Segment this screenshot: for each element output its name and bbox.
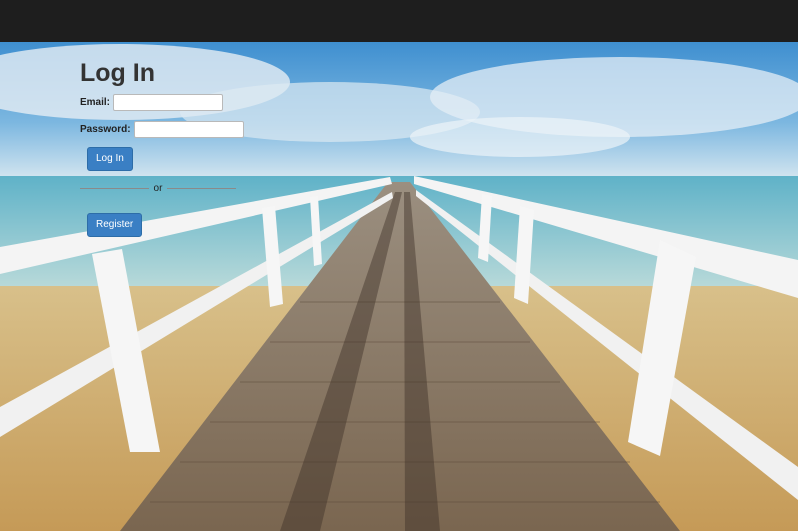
email-input[interactable] (113, 94, 224, 111)
email-label: Email: (80, 97, 111, 108)
page-title: Log In (80, 59, 155, 87)
divider-text: or (153, 183, 163, 194)
divider-line-right (167, 188, 236, 189)
email-row: Email: (80, 93, 320, 112)
login-form: Log In Email: Password: Log In or Regist… (80, 58, 320, 237)
top-bar (0, 0, 798, 42)
password-row: Password: (80, 120, 320, 139)
page: Log In Email: Password: Log In or Regist… (0, 0, 798, 531)
password-label: Password: (80, 124, 131, 135)
or-divider: or (80, 183, 236, 194)
password-input[interactable] (133, 121, 244, 138)
login-button[interactable]: Log In (87, 147, 133, 171)
divider-line-left (80, 188, 149, 189)
register-button[interactable]: Register (87, 213, 143, 237)
